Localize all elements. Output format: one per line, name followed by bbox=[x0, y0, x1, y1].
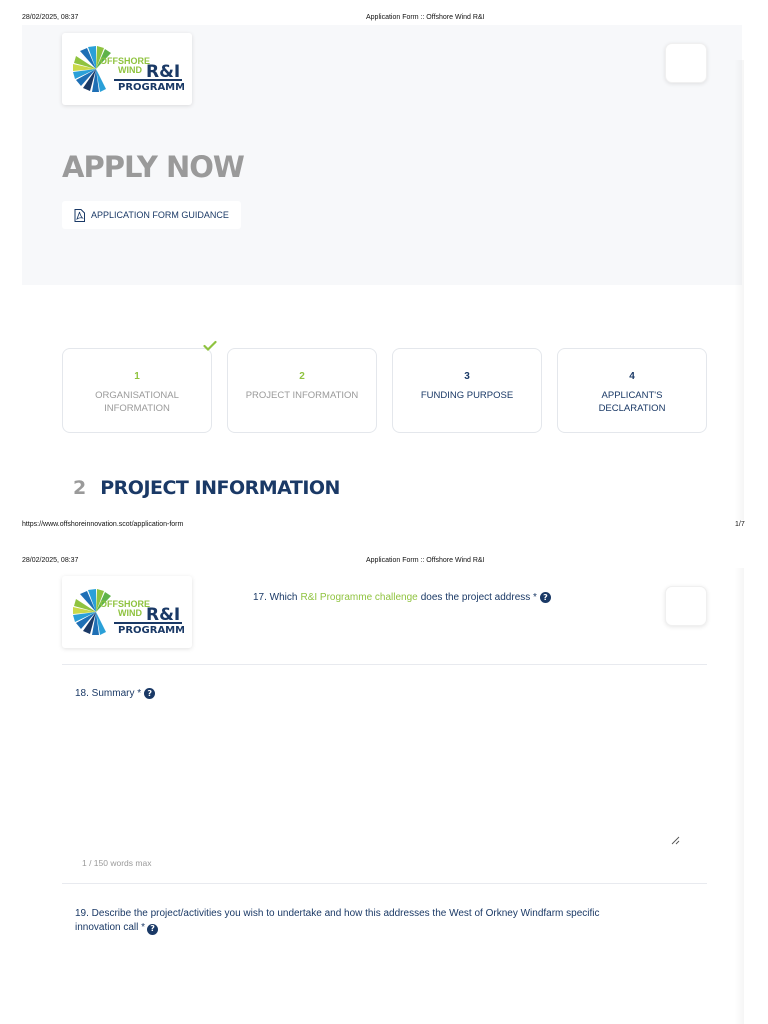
svg-text:PROGRAMME: PROGRAMME bbox=[118, 82, 184, 93]
site-logo[interactable]: OFFSHORE WIND R&I PROGRAMME bbox=[62, 576, 192, 648]
q18-label: 18. Summary * bbox=[75, 688, 142, 699]
pdf-file-icon bbox=[74, 208, 85, 222]
step-number: 2 bbox=[299, 371, 305, 382]
page-title: APPLY NOW bbox=[62, 150, 245, 184]
print-page-number: 1/7 bbox=[735, 521, 745, 528]
question-19-label: 19. Describe the project/activities you … bbox=[75, 907, 635, 935]
menu-button[interactable] bbox=[665, 586, 707, 626]
q17-prefix: 17. Which bbox=[253, 592, 298, 603]
step-number: 4 bbox=[629, 371, 635, 382]
step-project-information[interactable]: 2 PROJECT INFORMATION bbox=[227, 348, 377, 433]
section-heading: 2 PROJECT INFORMATION bbox=[73, 477, 340, 499]
section-title: PROJECT INFORMATION bbox=[100, 477, 340, 499]
application-guidance-link[interactable]: APPLICATION FORM GUIDANCE bbox=[62, 201, 241, 229]
q17-suffix: does the project address * bbox=[420, 592, 537, 603]
step-number: 3 bbox=[464, 371, 470, 382]
svg-text:WIND: WIND bbox=[118, 608, 142, 618]
print-title: Application Form :: Offshore Wind R&I bbox=[366, 557, 485, 564]
step-label: FUNDING PURPOSE bbox=[420, 390, 514, 401]
question-circle-icon[interactable]: ? bbox=[539, 592, 551, 603]
print-url: https://www.offshoreinnovation.scot/appl… bbox=[22, 521, 184, 528]
section-number: 2 bbox=[73, 477, 87, 499]
step-number: 1 bbox=[134, 371, 140, 382]
summary-textarea[interactable] bbox=[66, 706, 686, 848]
step-label: PROJECT INFORMATION bbox=[245, 390, 359, 401]
check-icon bbox=[203, 340, 217, 352]
offshore-wind-logo-icon: OFFSHORE WIND R&I PROGRAMME bbox=[73, 46, 184, 93]
resize-handle-icon[interactable] bbox=[671, 836, 680, 845]
summary-word-count: 1 / 150 words max bbox=[82, 858, 152, 868]
step-funding-purpose[interactable]: 3 FUNDING PURPOSE bbox=[392, 348, 542, 433]
divider bbox=[62, 883, 707, 884]
offshore-wind-logo-icon: OFFSHORE WIND R&I PROGRAMME bbox=[73, 589, 184, 636]
question-circle-icon[interactable]: ? bbox=[147, 923, 159, 935]
page-edge-shadow bbox=[734, 60, 744, 520]
step-label: ORGANISATIONAL INFORMATION bbox=[95, 390, 179, 414]
site-logo[interactable]: OFFSHORE WIND R&I PROGRAMME bbox=[62, 33, 192, 105]
question-circle-icon[interactable]: ? bbox=[144, 688, 156, 699]
guidance-link-label: APPLICATION FORM GUIDANCE bbox=[91, 210, 229, 220]
step-label: APPLICANT'S DECLARATION bbox=[598, 390, 666, 414]
step-organisational-information[interactable]: 1 ORGANISATIONAL INFORMATION bbox=[62, 340, 217, 433]
page-edge-shadow bbox=[734, 568, 744, 1024]
print-title: Application Form :: Offshore Wind R&I bbox=[366, 14, 485, 21]
print-datetime: 28/02/2025, 08:37 bbox=[22, 557, 79, 564]
question-17-label: 17. Which R&I Programme challenge does t… bbox=[253, 592, 551, 603]
step-applicants-declaration[interactable]: 4 APPLICANT'S DECLARATION bbox=[557, 348, 707, 433]
menu-button[interactable] bbox=[665, 43, 707, 83]
svg-text:PROGRAMME: PROGRAMME bbox=[118, 625, 184, 636]
svg-text:WIND: WIND bbox=[118, 65, 142, 75]
rni-challenge-link[interactable]: R&I Programme challenge bbox=[300, 592, 417, 603]
print-datetime: 28/02/2025, 08:37 bbox=[22, 14, 79, 21]
form-steps: 1 ORGANISATIONAL INFORMATION 2 PROJECT I… bbox=[62, 340, 707, 433]
question-18-label: 18. Summary * ? bbox=[75, 688, 156, 699]
divider bbox=[62, 664, 707, 665]
